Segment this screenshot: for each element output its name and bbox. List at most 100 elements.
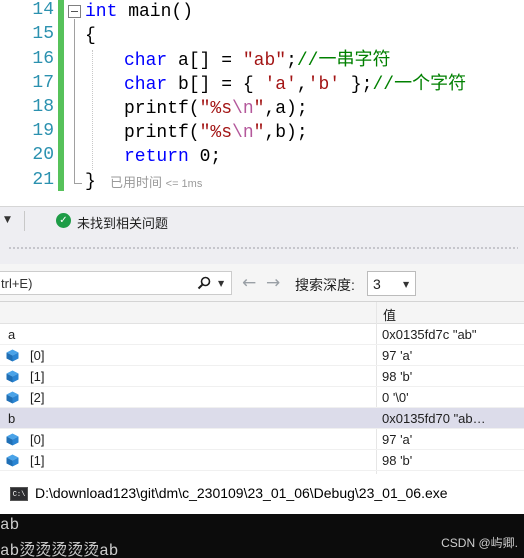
panel-splitter[interactable]	[0, 234, 524, 264]
line-number: 18	[32, 97, 54, 117]
code-text: ,a);	[264, 99, 308, 119]
code-line-20[interactable]: return 0;	[124, 145, 221, 169]
code-line-21[interactable]: }	[85, 170, 96, 194]
console-app-icon: C:\	[10, 487, 28, 501]
console-title: D:\download123\git\dm\c_230109\23_01_06\…	[35, 485, 448, 501]
perf-tip-value: <= 1ms	[165, 178, 203, 190]
fold-guide-end	[74, 183, 82, 184]
console-title-bar[interactable]: C:\ D:\download123\git\dm\c_230109\23_01…	[0, 474, 524, 514]
watch-toolbar: trl+E) ▼ ← → 搜索深度: 3 ▼	[0, 264, 524, 302]
watermark: CSDN @屿卿.	[441, 536, 518, 550]
code-line-16[interactable]: char a[] = "ab";//一串字符	[124, 49, 390, 73]
string-literal: "%s	[199, 99, 233, 119]
row-name: a	[8, 327, 16, 342]
row-name: [1]	[30, 369, 45, 384]
code-text: a[] =	[167, 51, 243, 71]
line-number: 15	[32, 24, 54, 44]
line-number: 14	[32, 0, 54, 20]
field-cube-icon	[6, 370, 19, 383]
code-editor[interactable]: 14 15 16 17 18 19 20 21 int main() { cha…	[0, 0, 524, 196]
row-name: [2]	[30, 390, 45, 405]
row-value: 97 'a'	[382, 348, 413, 363]
watch-row[interactable]: a 0x0135fd7c "ab"	[0, 324, 524, 345]
line-number: 19	[32, 121, 54, 141]
keyword: return	[124, 147, 189, 167]
code-line-17[interactable]: char b[] = { 'a','b' };//一个字符	[124, 73, 466, 97]
code-line-15[interactable]: {	[85, 24, 96, 48]
escape-sequence: \n	[232, 123, 254, 143]
editor-status-bar: ▼ ✓ 未找到相关问题	[0, 206, 524, 234]
divider	[24, 211, 25, 231]
row-value: 97 'a'	[382, 432, 413, 447]
row-name: [0]	[30, 348, 45, 363]
drag-grip[interactable]	[8, 246, 518, 250]
char-literal: 'b'	[307, 75, 341, 95]
comment: //一串字符	[296, 51, 391, 71]
field-cube-icon	[6, 454, 19, 467]
search-icon[interactable]	[197, 276, 211, 290]
code-text: }	[85, 172, 96, 192]
field-cube-icon	[6, 391, 19, 404]
indent-guide	[92, 50, 93, 170]
watch-grid: 值 a 0x0135fd7c "ab" [0] 97 'a' [1] 98 'b…	[0, 302, 524, 474]
watch-row[interactable]: [1] 98 'b'	[0, 366, 524, 387]
row-name: b	[8, 411, 16, 426]
change-indicator-bar	[58, 0, 64, 191]
line-number: 17	[32, 73, 54, 93]
row-value: 98 'b'	[382, 453, 413, 468]
code-line-18[interactable]: printf("%s\n",a);	[124, 97, 308, 121]
collapse-icon[interactable]	[68, 5, 81, 18]
string-literal: "ab"	[242, 51, 287, 71]
line-number: 21	[32, 170, 54, 190]
code-text: ,b);	[264, 123, 308, 143]
row-value: 0 '\0'	[382, 390, 409, 405]
issues-status-text[interactable]: 未找到相关问题	[77, 213, 168, 232]
code-line-14[interactable]: int main()	[85, 0, 193, 24]
row-value: 98 'b'	[382, 369, 413, 384]
row-name: [1]	[30, 453, 45, 468]
code-text: ,	[296, 75, 308, 95]
code-text: printf(	[124, 99, 200, 119]
row-name: [0]	[30, 432, 45, 447]
watch-row[interactable]: [2] 0 '\0'	[0, 387, 524, 408]
watch-row[interactable]: [1] 98 'b'	[0, 450, 524, 471]
arrow-left-icon[interactable]: ←	[242, 273, 256, 293]
comment: //一个字符	[372, 75, 467, 95]
string-literal: "%s	[199, 123, 233, 143]
check-circle-icon: ✓	[56, 213, 71, 228]
keyword: int	[85, 2, 118, 22]
console-output[interactable]: ab ab烫烫烫烫烫ab CSDN @屿卿.	[0, 514, 524, 558]
line-number-gutter: 14 15 16 17 18 19 20 21	[0, 0, 58, 196]
perf-tip[interactable]: 已用时间 <= 1ms	[110, 172, 202, 191]
code-text: printf(	[124, 123, 200, 143]
search-placeholder: trl+E)	[1, 276, 33, 291]
watch-row-selected[interactable]: b 0x0135fd70 "ab…	[0, 408, 524, 429]
watch-row[interactable]: [0] 97 'a'	[0, 429, 524, 450]
chevron-down-icon[interactable]: ▼	[218, 279, 224, 288]
line-number: 20	[32, 145, 54, 165]
zoom-dropdown-icon[interactable]: ▼	[4, 215, 11, 225]
arrow-right-icon[interactable]: →	[266, 273, 280, 293]
code-line-19[interactable]: printf("%s\n",b);	[124, 121, 308, 145]
line-number: 16	[32, 49, 54, 69]
column-header-value[interactable]: 值	[383, 305, 396, 324]
code-text: };	[340, 75, 373, 95]
perf-tip-label: 已用时间	[110, 175, 163, 190]
search-depth-value: 3	[373, 276, 381, 292]
console-line: ab烫烫烫烫烫ab	[0, 542, 119, 558]
search-depth-select[interactable]: 3 ▼	[367, 271, 416, 296]
code-text: {	[85, 26, 96, 46]
console-line: ab	[0, 516, 20, 534]
field-cube-icon	[6, 433, 19, 446]
watch-row[interactable]: [0] 97 'a'	[0, 345, 524, 366]
char-literal: 'a'	[264, 75, 297, 95]
string-literal: "	[253, 123, 265, 143]
row-value: 0x0135fd7c "ab"	[382, 327, 477, 342]
string-literal: "	[253, 99, 265, 119]
watch-search-input[interactable]: trl+E) ▼	[0, 271, 232, 295]
escape-sequence: \n	[232, 99, 254, 119]
code-text: 0;	[188, 147, 222, 167]
code-text: main()	[117, 2, 194, 22]
fold-guide-line	[74, 19, 75, 184]
keyword: char	[124, 75, 168, 95]
